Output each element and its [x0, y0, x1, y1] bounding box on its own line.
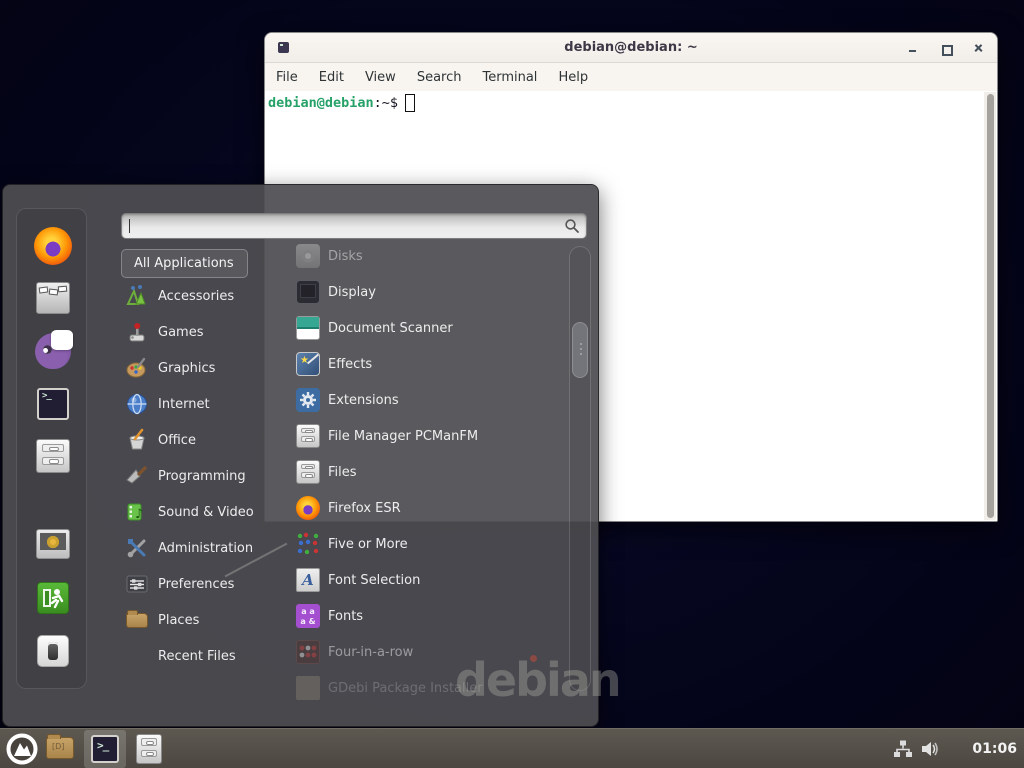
app-item-document-scanner[interactable]: Document Scanner [281, 310, 561, 346]
app-item-font-selection[interactable]: A Font Selection [281, 562, 561, 598]
category-programming[interactable]: Programming [121, 458, 271, 494]
folder-icon[interactable]: [D] [46, 737, 74, 759]
network-icon[interactable] [893, 739, 913, 759]
magnifier-icon [564, 218, 580, 234]
four-in-a-row-icon [296, 640, 320, 664]
terminal-titlebar[interactable]: debian@debian: ~ [265, 33, 997, 63]
taskbar-terminal-button[interactable] [84, 730, 126, 768]
category-office[interactable]: Office [121, 422, 271, 458]
firefox-icon[interactable] [34, 227, 72, 265]
logout-icon[interactable] [37, 582, 69, 614]
pidgin-icon[interactable] [35, 333, 71, 369]
terminal-scrollbar-thumb[interactable] [987, 94, 994, 518]
gdebi-icon [296, 676, 320, 700]
lock-screen-icon[interactable] [36, 529, 70, 559]
menu-logo-icon[interactable] [6, 733, 38, 765]
terminal-icon[interactable] [37, 388, 69, 420]
apps-scrollbar[interactable] [569, 246, 591, 691]
games-icon [125, 320, 149, 344]
places-icon [125, 608, 149, 632]
watermark-red-dot [530, 655, 537, 662]
display-icon [296, 280, 320, 304]
minimize-icon[interactable] [907, 42, 919, 54]
category-all-applications[interactable]: All Applications [121, 249, 248, 278]
terminal-app-icon [278, 42, 289, 53]
five-or-more-icon [296, 532, 320, 556]
accessories-icon [125, 284, 149, 308]
shutdown-icon[interactable] [37, 635, 69, 667]
app-item-extensions[interactable]: Extensions [281, 382, 561, 418]
file-cabinet-icon[interactable] [36, 439, 70, 473]
close-icon[interactable] [973, 42, 985, 54]
category-preferences[interactable]: Preferences [121, 566, 271, 602]
menu-help[interactable]: Help [558, 70, 588, 85]
app-item-five-or-more[interactable]: Five or More [281, 526, 561, 562]
package-manager-icon[interactable] [36, 282, 70, 314]
app-item-files[interactable]: Files [281, 454, 561, 490]
fonts-icon: a aa & [296, 604, 320, 628]
category-internet[interactable]: Internet [121, 386, 271, 422]
taskbar: [D] 01:06 [0, 728, 1024, 768]
menu-edit[interactable]: Edit [319, 70, 344, 85]
programming-icon [125, 464, 149, 488]
app-item-effects[interactable]: Effects [281, 346, 561, 382]
sound-video-icon: ♪ [125, 500, 149, 524]
category-accessories[interactable]: Accessories [121, 278, 271, 314]
app-item-firefox-esr[interactable]: Firefox ESR [281, 490, 561, 526]
terminal-scrollbar[interactable] [984, 92, 996, 520]
category-recent-files[interactable]: Recent Files [121, 638, 271, 674]
volume-icon[interactable] [920, 739, 940, 759]
file-cabinet-icon [296, 424, 320, 448]
menu-terminal[interactable]: Terminal [482, 70, 537, 85]
firefox-icon [296, 496, 320, 520]
prompt-user-host: debian@debian [268, 95, 374, 111]
category-administration[interactable]: Administration [121, 530, 271, 566]
menu-search[interactable]: Search [417, 70, 462, 85]
office-icon [125, 428, 149, 452]
administration-icon [125, 536, 149, 560]
terminal-menubar: File Edit View Search Terminal Help [265, 63, 997, 91]
file-cabinet-icon [296, 460, 320, 484]
text-caret [129, 219, 130, 233]
app-item-fonts[interactable]: a aa & Fonts [281, 598, 561, 634]
terminal-prompt: debian@debian:~$ [268, 94, 415, 112]
menu-view[interactable]: View [365, 70, 396, 85]
graphics-icon [125, 356, 149, 380]
preferences-icon [125, 572, 149, 596]
apps-scrollbar-thumb[interactable] [572, 322, 588, 378]
internet-icon [125, 392, 149, 416]
app-item-disks[interactable]: Disks [281, 238, 561, 274]
category-sound-video[interactable]: ♪ Sound & Video [121, 494, 271, 530]
search-wrap [121, 213, 587, 239]
terminal-cursor [405, 94, 415, 112]
prompt-suffix: :~$ [374, 95, 398, 111]
file-cabinet-icon[interactable] [136, 734, 162, 764]
maximize-icon[interactable] [940, 42, 952, 54]
category-graphics[interactable]: Graphics [121, 350, 271, 386]
clock[interactable]: 01:06 [972, 729, 1017, 768]
application-menu: All Applications Accessories Games [2, 184, 599, 727]
svg-text:♪: ♪ [135, 507, 143, 522]
app-item-display[interactable]: Display [281, 274, 561, 310]
category-games[interactable]: Games [121, 314, 271, 350]
debian-watermark: debian [455, 653, 620, 707]
disks-icon [296, 244, 320, 268]
document-scanner-icon [296, 316, 320, 340]
font-selection-icon: A [296, 568, 320, 592]
effects-icon [296, 352, 320, 376]
category-places[interactable]: Places [121, 602, 271, 638]
terminal-title: debian@debian: ~ [265, 40, 997, 55]
app-item-file-manager-pcmanfm[interactable]: File Manager PCManFM [281, 418, 561, 454]
terminal-icon [91, 735, 119, 763]
menu-file[interactable]: File [276, 70, 298, 85]
extensions-icon [296, 388, 320, 412]
search-input[interactable] [121, 213, 587, 239]
